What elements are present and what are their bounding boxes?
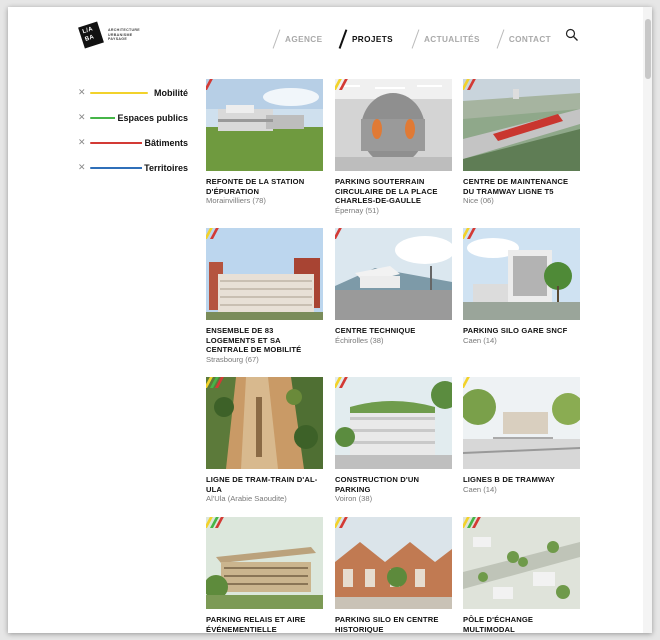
- category-tags: [206, 79, 215, 90]
- nav-item-0[interactable]: AGENCE: [272, 29, 323, 49]
- filter-label: Espaces publics: [115, 112, 188, 123]
- project-image[interactable]: [463, 228, 580, 320]
- project-image[interactable]: [335, 377, 452, 469]
- nav-slash: [339, 29, 348, 49]
- project-card[interactable]: CENTRE TECHNIQUE Échirolles (38): [335, 228, 452, 346]
- logo[interactable]: L/A BA ARCHITECTURE URBANISME PAYSAGE: [78, 21, 140, 49]
- project-image[interactable]: [206, 517, 323, 609]
- project-location: Caen (14): [463, 335, 497, 345]
- filter-3[interactable]: ✕ Territoires: [78, 155, 188, 180]
- project-image[interactable]: [463, 517, 580, 609]
- project-location: Nice (06): [463, 196, 494, 206]
- search-icon[interactable]: [565, 28, 579, 42]
- nav-label: CONTACT: [508, 34, 552, 44]
- nav-label: ACTUALITÉS: [423, 34, 480, 44]
- project-image[interactable]: [463, 79, 580, 171]
- project-location: Épernay (51): [335, 205, 379, 215]
- nav-label: AGENCE: [285, 34, 323, 44]
- category-tags: [335, 79, 350, 90]
- nav-slash: [496, 29, 505, 49]
- filter-label: Territoires: [142, 162, 188, 173]
- project-location: Caen (14): [463, 484, 497, 494]
- filter-0[interactable]: ✕ Mobilité: [78, 80, 188, 105]
- project-location: Strasbourg (67): [206, 354, 259, 364]
- scrollbar-thumb[interactable]: [645, 19, 651, 79]
- filter-label: Mobilité: [152, 87, 188, 98]
- project-location: Échirolles (38): [335, 335, 384, 345]
- nav-label: PROJETS: [351, 34, 393, 44]
- remove-filter-icon[interactable]: ✕: [78, 87, 86, 98]
- main-nav: AGENCE PROJETS ACTUALITÉS CONTACT: [272, 29, 552, 49]
- nav-slash: [272, 29, 281, 49]
- project-title[interactable]: LIGNES B DE TRAMWAY: [463, 475, 580, 485]
- project-title[interactable]: PARKING SILO EN CENTRE HISTORIQUE: [335, 615, 452, 633]
- project-card[interactable]: PARKING SOUTERRAIN CIRCULAIRE DE LA PLAC…: [335, 79, 452, 216]
- project-title[interactable]: CENTRE TECHNIQUE: [335, 326, 452, 336]
- project-image[interactable]: [335, 228, 452, 320]
- project-image[interactable]: [335, 517, 452, 609]
- project-title[interactable]: PARKING SILO GARE SNCF: [463, 326, 580, 336]
- project-location: Al'Ula (Arabie Saoudite): [206, 494, 287, 504]
- category-tags: [463, 377, 472, 388]
- category-tags: [463, 228, 478, 239]
- project-title[interactable]: REFONTE DE LA STATION D'ÉPURATION: [206, 177, 323, 196]
- project-card[interactable]: CONSTRUCTION D'UN PARKING Voiron (38): [335, 377, 452, 504]
- project-title[interactable]: CONSTRUCTION D'UN PARKING: [335, 475, 452, 494]
- nav-item-2[interactable]: ACTUALITÉS: [411, 29, 480, 49]
- project-card[interactable]: PARKING RELAIS ET AIRE ÉVÉNEMENTIELLE: [206, 517, 323, 633]
- category-tags: [335, 377, 350, 388]
- project-card[interactable]: PÔLE D'ÉCHANGE MULTIMODAL: [463, 517, 580, 633]
- nav-slash: [411, 29, 420, 49]
- project-image[interactable]: [335, 79, 452, 171]
- project-image[interactable]: [463, 377, 580, 469]
- category-tags: [206, 228, 221, 239]
- filter-color-line: [90, 141, 148, 144]
- filter-color-line: [90, 91, 148, 94]
- project-card[interactable]: PARKING SILO EN CENTRE HISTORIQUE: [335, 517, 452, 633]
- logo-mark-text: BA: [84, 34, 96, 43]
- project-image[interactable]: [206, 377, 323, 469]
- category-tags: [463, 79, 478, 90]
- browser-page: L/A BA ARCHITECTURE URBANISME PAYSAGE AG…: [8, 7, 652, 633]
- project-title[interactable]: ENSEMBLE DE 83 LOGEMENTS ET SA CENTRALE …: [206, 326, 323, 355]
- category-tags: [463, 517, 483, 528]
- remove-filter-icon[interactable]: ✕: [78, 112, 86, 123]
- filter-2[interactable]: ✕ Bâtiments: [78, 130, 188, 155]
- project-title[interactable]: PARKING RELAIS ET AIRE ÉVÉNEMENTIELLE: [206, 615, 323, 633]
- project-location: Morainvilliers (78): [206, 196, 266, 206]
- filter-color-line: [90, 166, 148, 169]
- category-tags: [206, 377, 226, 388]
- category-tags: [335, 228, 344, 239]
- logo-mark: L/A BA: [78, 21, 104, 49]
- project-image[interactable]: [206, 79, 323, 171]
- remove-filter-icon[interactable]: ✕: [78, 137, 86, 148]
- project-card[interactable]: REFONTE DE LA STATION D'ÉPURATION Morainv…: [206, 79, 323, 206]
- logo-tagline: ARCHITECTURE URBANISME PAYSAGE: [108, 28, 140, 42]
- filter-1[interactable]: ✕ Espaces publics: [78, 105, 188, 130]
- project-card[interactable]: CENTRE DE MAINTENANCE DU TRAMWAY LIGNE T…: [463, 79, 580, 206]
- logo-tagline-line: PAYSAGE: [108, 37, 128, 42]
- category-filters: ✕ Mobilité ✕ Espaces publics ✕ Bâtiments ✕ Terr…: [78, 80, 188, 180]
- filter-label: Bâtiments: [142, 137, 188, 148]
- project-card[interactable]: LIGNE DE TRAM-TRAIN D'AL-ULA Al'Ula (Arab…: [206, 377, 323, 504]
- project-title[interactable]: LIGNE DE TRAM-TRAIN D'AL-ULA: [206, 475, 323, 494]
- project-title[interactable]: CENTRE DE MAINTENANCE DU TRAMWAY LIGNE T…: [463, 177, 580, 196]
- category-tags: [206, 517, 226, 528]
- project-card[interactable]: ENSEMBLE DE 83 LOGEMENTS ET SA CENTRALE …: [206, 228, 323, 365]
- nav-item-1[interactable]: PROJETS: [339, 29, 393, 49]
- project-card[interactable]: LIGNES B DE TRAMWAY Caen (14): [463, 377, 580, 495]
- project-location: Voiron (38): [335, 494, 373, 504]
- scrollbar[interactable]: [643, 7, 652, 633]
- project-title[interactable]: PÔLE D'ÉCHANGE MULTIMODAL: [463, 615, 580, 633]
- project-title[interactable]: PARKING SOUTERRAIN CIRCULAIRE DE LA PLAC…: [335, 177, 452, 206]
- project-card[interactable]: PARKING SILO GARE SNCF Caen (14): [463, 228, 580, 346]
- project-image[interactable]: [206, 228, 323, 320]
- category-tags: [335, 517, 350, 528]
- remove-filter-icon[interactable]: ✕: [78, 162, 86, 173]
- nav-item-3[interactable]: CONTACT: [496, 29, 552, 49]
